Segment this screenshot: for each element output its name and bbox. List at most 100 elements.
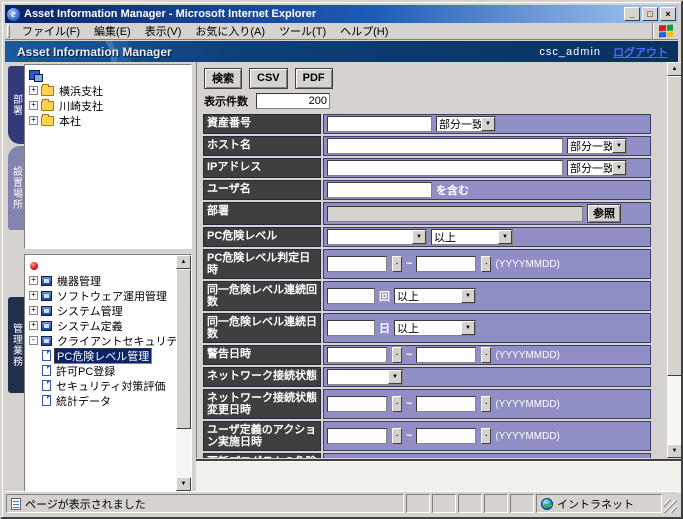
- status-bar: ページが表示されました イントラネット: [5, 491, 678, 514]
- tree-item: - クライアントセキュリティ管理: [29, 333, 175, 348]
- expander-icon[interactable]: +: [29, 101, 38, 110]
- text-input[interactable]: [327, 160, 563, 176]
- menu-item[interactable]: お気に入り(A): [188, 22, 272, 40]
- text-input[interactable]: [327, 116, 432, 132]
- csv-button[interactable]: CSV: [249, 68, 288, 89]
- browse-button[interactable]: 参照: [587, 204, 621, 223]
- tree-item-label[interactable]: セキュリティ対策評価: [54, 378, 167, 394]
- tree-item-label[interactable]: 許可PC登録: [54, 363, 117, 379]
- tree-item-label[interactable]: 機器管理: [55, 273, 103, 289]
- form-scrollbar[interactable]: ▲ ▼: [667, 62, 682, 458]
- form-row: 同一危険レベル連続日数 日 以上▼: [203, 313, 651, 343]
- maximize-button[interactable]: □: [642, 7, 658, 21]
- display-count-input[interactable]: 200: [256, 93, 330, 109]
- status-message: ページが表示されました: [25, 496, 146, 512]
- date-picker-button[interactable]: ▪: [481, 428, 491, 444]
- tree-item-label[interactable]: システム管理: [55, 303, 125, 319]
- tree-item-label[interactable]: 横浜支社: [57, 83, 105, 99]
- tree-item: + システム定義: [29, 318, 175, 333]
- select-input[interactable]: ▼: [327, 229, 427, 245]
- select-input[interactable]: 以上▼: [394, 288, 476, 304]
- date-from-input[interactable]: [327, 256, 387, 272]
- text-input[interactable]: [327, 182, 432, 198]
- scroll-down-button[interactable]: ▼: [667, 444, 682, 458]
- tree-item-label[interactable]: 統計データ: [54, 393, 113, 409]
- date-picker-button[interactable]: ▪: [392, 428, 402, 444]
- date-from-input[interactable]: [327, 347, 387, 363]
- date-to-input[interactable]: [416, 347, 476, 363]
- tab-location[interactable]: 設置場所: [8, 146, 24, 230]
- tree-item-label[interactable]: ソフトウェア運用管理: [55, 288, 169, 304]
- field-label: PC危険レベル判定日時: [203, 249, 321, 279]
- dropdown-arrow-icon: ▼: [612, 139, 626, 153]
- close-button[interactable]: ×: [660, 7, 676, 21]
- tree-item-label[interactable]: PC危険レベル管理: [54, 348, 152, 364]
- search-button[interactable]: 検索: [204, 68, 242, 89]
- select-input[interactable]: 部分一致▼: [436, 116, 496, 132]
- date-picker-button[interactable]: ▪: [392, 347, 402, 363]
- date-from-input[interactable]: [327, 396, 387, 412]
- date-picker-button[interactable]: ▪: [481, 396, 491, 412]
- select-input[interactable]: 以上▼: [431, 229, 513, 245]
- scroll-thumb[interactable]: [176, 269, 191, 429]
- date-picker-button[interactable]: ▪: [481, 256, 491, 272]
- title-bar[interactable]: e Asset Information Manager - Microsoft …: [5, 5, 678, 23]
- scroll-up-button[interactable]: ▲: [176, 255, 191, 269]
- scroll-up-button[interactable]: ▲: [667, 62, 682, 76]
- expander-icon[interactable]: +: [29, 116, 38, 125]
- scroll-thumb[interactable]: [667, 76, 682, 376]
- select-input[interactable]: 以上▼: [394, 320, 476, 336]
- logout-link[interactable]: ログアウト: [613, 44, 668, 60]
- date-to-input[interactable]: [416, 428, 476, 444]
- tab-department[interactable]: 部署: [8, 66, 24, 144]
- tree-item-label[interactable]: 本社: [57, 113, 83, 129]
- date-format-hint: (YYYYMMDD): [495, 431, 559, 442]
- menu-item[interactable]: ヘルプ(H): [333, 22, 395, 40]
- text-input[interactable]: [327, 320, 375, 336]
- task-tree-scrollbar[interactable]: ▲ ▼: [176, 255, 191, 491]
- expander-icon[interactable]: +: [29, 321, 38, 330]
- select-input[interactable]: ▼: [327, 369, 403, 385]
- date-picker-button[interactable]: ▪: [392, 256, 402, 272]
- expander-icon[interactable]: +: [29, 291, 38, 300]
- status-pane: [484, 494, 508, 513]
- date-to-input[interactable]: [416, 396, 476, 412]
- menu-item[interactable]: 編集(E): [87, 22, 138, 40]
- menu-grip[interactable]: [7, 25, 10, 38]
- menu-item[interactable]: ファイル(F): [15, 22, 87, 40]
- select-input[interactable]: 部分一致▼: [567, 138, 627, 154]
- field-label: ネットワーク接続状態変更日時: [203, 389, 321, 419]
- field-label: 資産番号: [203, 114, 321, 134]
- module-icon: [41, 291, 52, 301]
- form-row: PC危険レベル ▼ 以上▼: [203, 227, 651, 247]
- expander-icon[interactable]: +: [29, 306, 38, 315]
- date-picker-button[interactable]: ▪: [481, 347, 491, 363]
- form-row: 資産番号 部分一致▼: [203, 114, 651, 134]
- tree-item-label[interactable]: システム定義: [55, 318, 125, 334]
- date-to-input[interactable]: [416, 256, 476, 272]
- expander-icon[interactable]: +: [29, 276, 38, 285]
- scroll-down-button[interactable]: ▼: [176, 477, 191, 491]
- field-suffix-label: を含む: [436, 182, 469, 198]
- text-input[interactable]: [327, 288, 375, 304]
- menu-item[interactable]: ツール(T): [272, 22, 333, 40]
- ie-logo-panel: [652, 23, 678, 39]
- resize-grip[interactable]: [664, 500, 677, 513]
- menu-item[interactable]: 表示(V): [138, 22, 189, 40]
- document-icon: [42, 365, 51, 376]
- pdf-button[interactable]: PDF: [295, 68, 333, 89]
- tab-management-tasks[interactable]: 管理業務: [8, 297, 24, 393]
- tree-item: + ソフトウェア運用管理: [29, 288, 175, 303]
- tree-item-label[interactable]: 川崎支社: [57, 98, 105, 114]
- minimize-button[interactable]: _: [624, 7, 640, 21]
- ie-icon: e: [7, 8, 20, 21]
- text-input[interactable]: [327, 138, 563, 154]
- field-label: IPアドレス: [203, 158, 321, 178]
- dropdown-arrow-icon: ▼: [481, 117, 495, 131]
- expander-icon[interactable]: -: [29, 336, 38, 345]
- tree-item-label[interactable]: クライアントセキュリティ管理: [55, 333, 192, 349]
- expander-icon[interactable]: +: [29, 86, 38, 95]
- select-input[interactable]: 部分一致▼: [567, 160, 627, 176]
- date-picker-button[interactable]: ▪: [392, 396, 402, 412]
- date-from-input[interactable]: [327, 428, 387, 444]
